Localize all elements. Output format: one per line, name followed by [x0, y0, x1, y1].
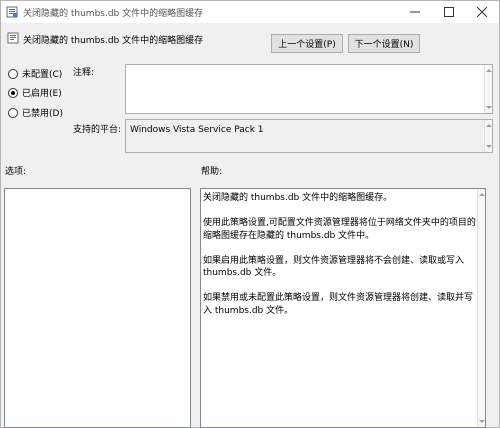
radio-disabled-label: 已禁用(D) — [22, 109, 63, 119]
radio-not-configured-label: 未配置(C) — [22, 70, 63, 80]
supported-platform-label: 支持的平台: — [73, 125, 122, 135]
radio-enabled-control[interactable] — [8, 87, 18, 98]
scroll-up-arrow-icon[interactable] — [486, 69, 492, 72]
next-setting-button[interactable]: 下一个设置(N) — [348, 34, 420, 53]
radio-disabled-control[interactable] — [8, 107, 18, 118]
options-pane[interactable] — [4, 188, 191, 428]
scroll-up-arrow-icon[interactable] — [486, 124, 492, 127]
comment-label: 注释: — [73, 68, 95, 78]
help-scrollbar[interactable] — [477, 189, 485, 427]
scroll-up-arrow-icon[interactable] — [479, 193, 485, 196]
comment-textarea[interactable] — [125, 64, 493, 114]
policy-dialog-window: 关闭隐藏的 thumbs.db 文件中的缩略图缓存 关闭隐藏的 thumbs.d… — [0, 0, 500, 428]
radio-not-configured-control[interactable] — [8, 68, 18, 79]
scroll-down-arrow-icon[interactable] — [486, 145, 492, 148]
help-paragraph: 使用此策略设置,可配置文件资源管理器将位于网络文件夹中的项目的缩略图缓存在隐藏的… — [203, 218, 476, 241]
minimize-button[interactable] — [398, 1, 432, 23]
previous-setting-button[interactable]: 上一个设置(P) — [271, 34, 343, 53]
help-text: 关闭隐藏的 thumbs.db 文件中的缩略图缓存。 使用此策略设置,可配置文件… — [203, 192, 477, 330]
setting-name: 关闭隐藏的 thumbs.db 文件中的缩略图缓存 — [23, 36, 204, 46]
maximize-icon — [444, 7, 454, 17]
comment-scrollbar[interactable] — [484, 65, 492, 113]
title-bar[interactable]: 关闭隐藏的 thumbs.db 文件中的缩略图缓存 — [1, 1, 499, 23]
radio-not-configured[interactable]: 未配置(C) — [8, 67, 62, 80]
radio-enabled[interactable]: 已启用(E) — [8, 86, 62, 99]
supported-platform-box: Windows Vista Service Pack 1 — [125, 119, 493, 153]
close-icon — [477, 7, 487, 17]
window-title: 关闭隐藏的 thumbs.db 文件中的缩略图缓存 — [23, 9, 204, 19]
radio-enabled-label: 已启用(E) — [22, 89, 62, 99]
radio-disabled[interactable]: 已禁用(D) — [8, 106, 63, 119]
help-label: 帮助: — [201, 167, 223, 177]
setting-icon — [7, 32, 19, 44]
help-paragraph: 如果禁用或未配置此策略设置，则文件资源管理器将创建、读取并写入 thumbs.d… — [203, 293, 474, 316]
maximize-button[interactable] — [432, 1, 466, 23]
close-button[interactable] — [465, 1, 499, 23]
options-label: 选项: — [5, 167, 27, 177]
scroll-down-arrow-icon[interactable] — [486, 106, 492, 109]
help-paragraph: 如果启用此策略设置，则文件资源管理器将不会创建、读取或写入 thumbs.db … — [203, 255, 465, 279]
minimize-icon — [410, 11, 420, 13]
platform-scrollbar[interactable] — [484, 120, 492, 152]
help-paragraph: 关闭隐藏的 thumbs.db 文件中的缩略图缓存。 — [203, 193, 393, 203]
policy-settings-icon — [6, 6, 18, 18]
supported-platform-value: Windows Vista Service Pack 1 — [130, 125, 264, 135]
scroll-down-arrow-icon[interactable] — [479, 420, 485, 423]
